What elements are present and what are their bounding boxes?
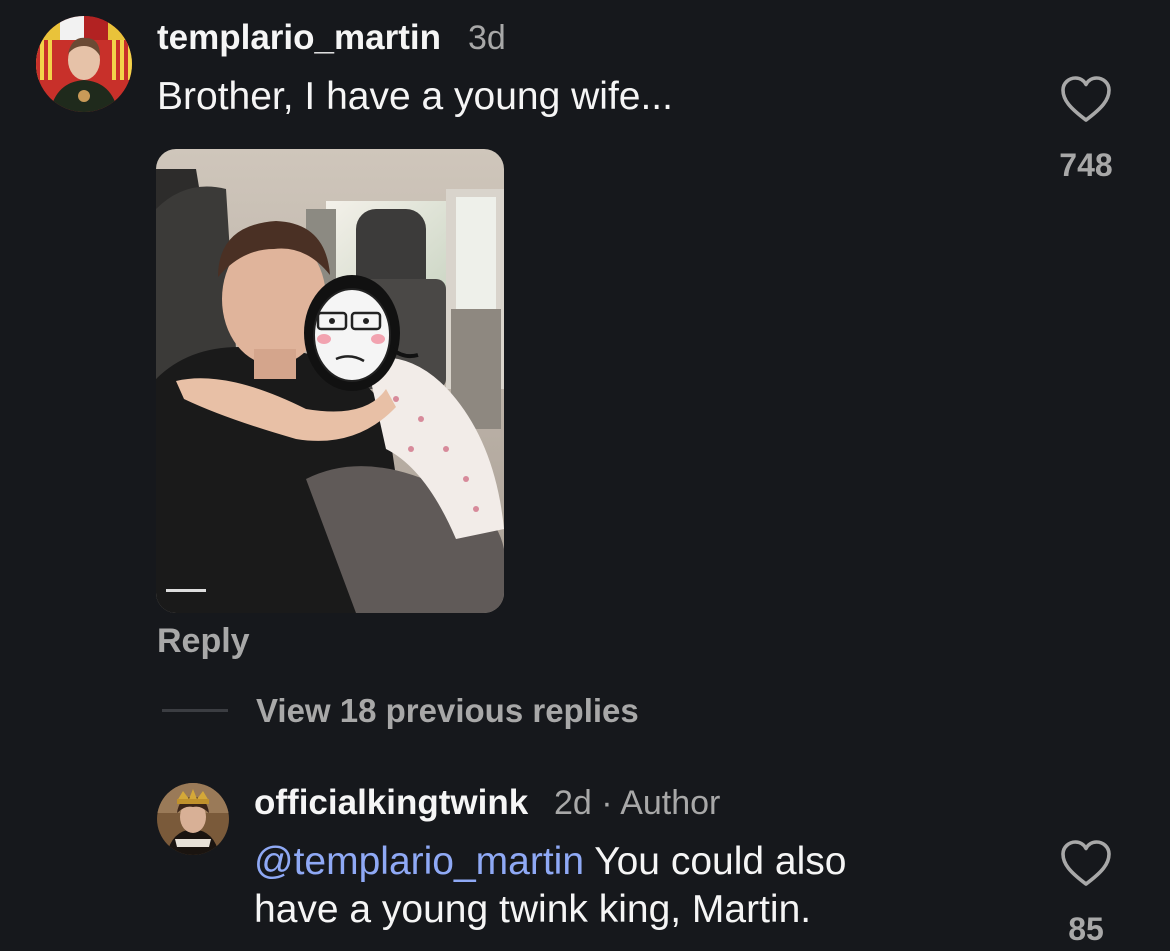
photo-image	[156, 149, 504, 613]
view-previous-replies[interactable]: View 18 previous replies	[256, 691, 639, 731]
avatar-templario-martin[interactable]	[36, 16, 132, 112]
heart-outline-icon	[1061, 840, 1111, 886]
comment-timestamp: 3d	[468, 19, 506, 57]
avatar-image	[36, 16, 132, 112]
heart-outline-icon	[1061, 76, 1111, 122]
reply-like-button[interactable]	[1060, 840, 1112, 888]
mention-link[interactable]: @templario_martin	[254, 840, 584, 883]
reply-timestamp: 2d	[554, 784, 592, 822]
reply-text-part-1: You could also	[594, 840, 847, 883]
like-count: 748	[1059, 147, 1113, 183]
author-badge: Author	[620, 784, 721, 822]
reply-text-line-2: have a young twink king, Martin.	[254, 888, 812, 931]
meta-separator: ·	[601, 784, 613, 822]
reply-text: @templario_martin You could also have a …	[254, 838, 846, 934]
avatar-officialkingtwink[interactable]	[157, 783, 229, 855]
replies-divider	[162, 709, 228, 712]
comment-username[interactable]: templario_martin	[157, 18, 441, 58]
comment-photo[interactable]	[156, 149, 504, 613]
like-button[interactable]	[1060, 76, 1112, 124]
reply-button[interactable]: Reply	[157, 621, 250, 661]
reply-username[interactable]: officialkingtwink	[254, 783, 528, 823]
reply-like-count: 85	[1068, 911, 1104, 947]
reply-meta: 2d · Author	[554, 783, 720, 823]
avatar-image	[157, 783, 229, 855]
comment-text: Brother, I have a young wife...	[157, 75, 673, 118]
reply-text-line-1: @templario_martin You could also	[254, 838, 846, 886]
